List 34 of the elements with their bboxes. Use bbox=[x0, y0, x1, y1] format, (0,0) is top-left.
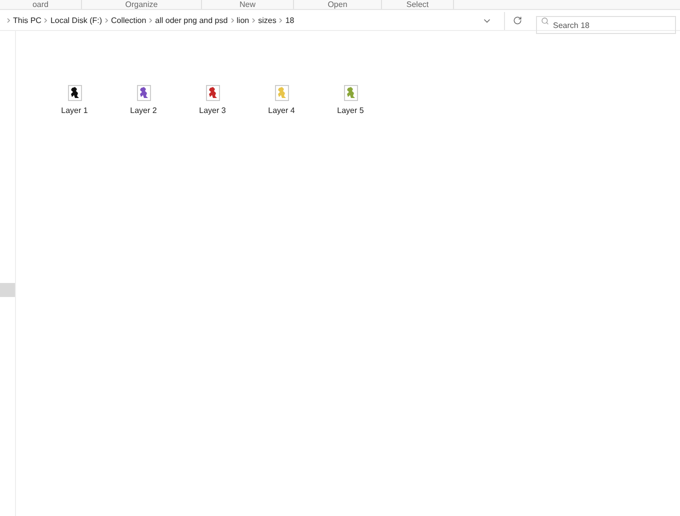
chevron-right-icon bbox=[105, 18, 108, 23]
breadcrumb-item[interactable]: Collection bbox=[111, 14, 146, 26]
chevron-right-icon bbox=[230, 18, 234, 23]
file-item[interactable]: Layer 3 bbox=[178, 85, 247, 117]
ribbon-group-label: New bbox=[202, 0, 294, 9]
file-item[interactable]: Layer 2 bbox=[109, 85, 178, 117]
breadcrumb-item[interactable]: Local Disk (F:) bbox=[50, 14, 102, 26]
breadcrumb-item[interactable]: all oder png and psd bbox=[155, 14, 228, 26]
chevron-right-icon bbox=[252, 18, 256, 23]
breadcrumb-item[interactable]: lion bbox=[236, 14, 250, 26]
file-item[interactable]: Layer 1 bbox=[40, 85, 109, 117]
file-name: Layer 2 bbox=[130, 105, 157, 117]
chevron-right-icon bbox=[279, 18, 282, 23]
refresh-icon[interactable] bbox=[513, 16, 522, 25]
ribbon-group-label: Organize bbox=[82, 0, 202, 9]
breadcrumb-item[interactable]: This PC bbox=[13, 14, 42, 26]
scrollbar-thumb[interactable] bbox=[0, 283, 15, 297]
search-field[interactable]: Search 18 bbox=[536, 16, 676, 34]
chevron-right-icon bbox=[149, 18, 152, 23]
chevron-right-icon bbox=[44, 18, 48, 23]
chevron-right-icon bbox=[7, 18, 10, 23]
ribbon-group-label: oard bbox=[0, 0, 82, 9]
ribbon-group-label: Open bbox=[294, 0, 382, 9]
file-name: Layer 5 bbox=[337, 105, 364, 117]
file-item[interactable]: Layer 4 bbox=[247, 85, 316, 117]
file-name: Layer 4 bbox=[268, 105, 295, 117]
search-icon bbox=[541, 16, 549, 24]
breadcrumb-item[interactable]: sizes bbox=[258, 14, 276, 26]
breadcrumb-item[interactable]: 18 bbox=[285, 14, 294, 26]
file-item[interactable]: Layer 5 bbox=[316, 85, 385, 117]
file-name: Layer 1 bbox=[61, 105, 88, 117]
address-bar[interactable]: This PC Local Disk (F:) Collection all oder png and psd lion sizes 18 bbox=[0, 12, 478, 30]
file-name: Layer 3 bbox=[199, 105, 226, 117]
ribbon-group-label: Select bbox=[382, 0, 454, 9]
